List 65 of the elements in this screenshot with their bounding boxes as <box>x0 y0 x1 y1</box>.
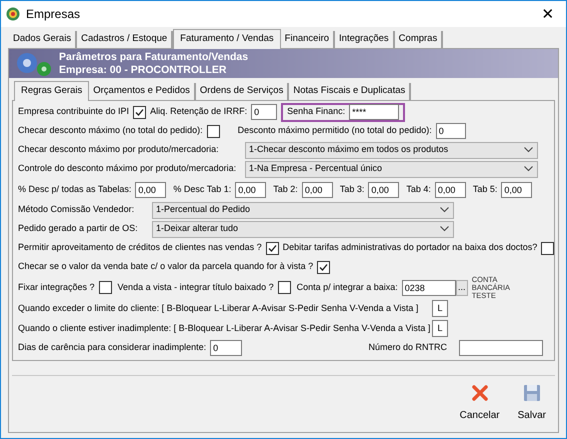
field-label: Desconto máximo permitido (no total do pedido): <box>238 124 432 138</box>
field-label: % Desc p/ todas as Tabelas: <box>18 182 132 196</box>
dropdown[interactable]: 1-Deixar alterar tudo <box>152 220 454 238</box>
input-field[interactable]: 0 <box>210 340 242 356</box>
input-field[interactable]: 0 <box>251 104 278 120</box>
close-button[interactable]: ✕ <box>535 4 561 24</box>
field-label: Checar desconto máximo por produto/mercadoria: <box>18 143 220 156</box>
browse-button[interactable]: ... <box>456 280 468 296</box>
field-label: Fixar integrações ? <box>18 280 95 294</box>
checkbox[interactable] <box>278 281 291 294</box>
tab[interactable]: Faturamento / Vendas <box>173 29 281 49</box>
input-field[interactable]: 0,00 <box>434 182 466 198</box>
chevron-icon <box>524 166 533 172</box>
field-label: Tab 4: <box>406 182 431 196</box>
header-title: Parâmetros para Faturamento/Vendas <box>59 50 248 64</box>
tab[interactable]: Regras Gerais <box>14 81 90 101</box>
field-label: Pedido gerado a partir de OS: <box>18 222 139 236</box>
field-label: Venda a vista - integrar título baixado ? <box>118 280 274 294</box>
field-label: Número do RNTRC <box>368 341 447 354</box>
dropdown[interactable]: 1-Na Empresa - Percentual único <box>245 160 538 178</box>
checkbox[interactable] <box>98 281 112 294</box>
field-label: Tab 2: <box>273 182 298 196</box>
field-label: Dias de carência para considerar inadimplente: <box>18 341 206 354</box>
dropdown[interactable]: 1-Percentual do Pedido <box>152 202 454 218</box>
field-label: Permitir aproveitamento de créditos de clientes nas vendas ? <box>18 241 262 254</box>
header-subtitle: Empresa: 00 - PROCONTROLLER <box>59 64 228 76</box>
app-icon <box>6 7 20 21</box>
checkbox[interactable] <box>133 106 146 118</box>
input-field[interactable]: 0238 <box>402 280 456 296</box>
field-label: Quando exceder o limite do cliente: [ B-Bloquear L-Liberar A-Avisar S-Pedir Senha V-Venda a Vista ] <box>18 302 420 315</box>
window-title: Empresas <box>26 6 80 23</box>
input-field[interactable]: 0,00 <box>235 182 266 198</box>
checkbox[interactable] <box>541 242 554 254</box>
input-field[interactable]: **** <box>349 104 400 120</box>
chevron-icon <box>440 226 449 232</box>
field-label: Tab 3: <box>340 182 364 196</box>
checkbox[interactable] <box>317 260 330 274</box>
input-field[interactable]: 0,00 <box>368 182 400 198</box>
checkbox[interactable] <box>266 242 279 254</box>
field-label: Empresa contribuinte do IPI <box>18 105 130 118</box>
chevron-icon <box>440 207 449 213</box>
chevron-icon <box>524 147 533 153</box>
cancel-icon <box>470 384 489 402</box>
toolbar-button[interactable]: Cancelar <box>458 384 502 423</box>
dropdown[interactable]: 1-Checar desconto máximo em todos os produtos <box>245 142 538 158</box>
field-label: Quando o cliente estiver inadimplente: [ B-Bloquear L-Liberar A-Avisar S-Pedir Senha V-Venda a Vista ] <box>18 322 428 335</box>
input-field[interactable]: 0 <box>436 123 466 139</box>
checkbox[interactable] <box>206 124 220 138</box>
input-field[interactable]: 0,00 <box>135 182 166 198</box>
field-label: Aliq. Retenção de IRRF: <box>150 105 248 118</box>
toolbar-button[interactable]: Salvar <box>516 384 548 423</box>
input-field[interactable]: 0,00 <box>302 182 333 198</box>
input-field[interactable]: 0,00 <box>501 182 532 198</box>
field-label: Checar desconto máximo (no total do pedido): <box>18 124 203 138</box>
input-field[interactable]: L <box>432 300 448 317</box>
field-label: Conta p/ integrar a baixa: <box>296 280 398 294</box>
field-label: Tab 5: <box>472 182 498 196</box>
field-label: % Desc Tab 1: <box>173 182 232 196</box>
input-field[interactable]: L <box>432 320 448 337</box>
field-label: Checar se o valor da venda bate c/ o valor da parcela quando for à vista ? <box>18 260 314 274</box>
field-label: Senha Financ: <box>287 105 346 118</box>
input-field[interactable] <box>459 340 543 356</box>
field-label: Debitar tarifas administrativas do portador na baixa dos doctos? <box>282 241 538 254</box>
field-label: Controle do desconto máximo por produto/mercadoria: <box>18 162 238 176</box>
field-label: Método Comissão Vendedor: <box>18 203 136 216</box>
